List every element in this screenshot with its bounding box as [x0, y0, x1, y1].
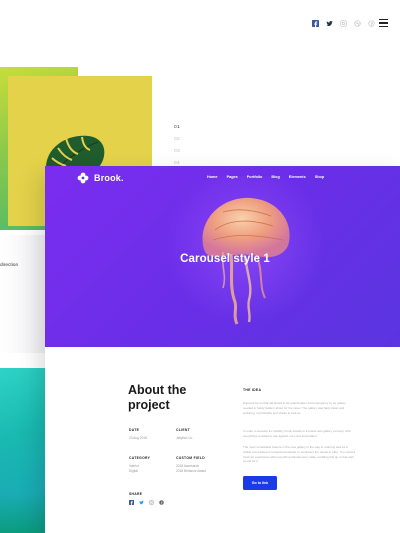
brand-logo[interactable]: Brook. [77, 172, 124, 184]
pinterest-icon[interactable] [368, 20, 375, 27]
hero-banner: Brook. Home Pages Portfolio Blog Element… [45, 166, 400, 347]
about-title: About the project [128, 383, 187, 412]
slide-next-teal[interactable] [0, 368, 48, 533]
top-social-links [312, 20, 375, 27]
custom-field-value-2: 2018 Behance Award [176, 469, 207, 473]
idea-title: THE IDEA [243, 388, 262, 392]
brand-logo-icon [77, 172, 89, 184]
project-card[interactable]: Brook. Home Pages Portfolio Blog Element… [45, 166, 400, 533]
pinterest-icon[interactable] [159, 500, 164, 505]
facebook-icon[interactable] [312, 20, 319, 27]
share-links [129, 500, 164, 505]
client-value: Jellyfish Co. [176, 436, 194, 440]
instagram-icon[interactable] [149, 500, 154, 505]
nav-portfolio[interactable]: Portfolio [247, 175, 263, 179]
slide-pagination: 01 02 03 04 [174, 122, 180, 170]
nav-pages[interactable]: Pages [227, 175, 238, 179]
slide-previous-caption: direction [0, 263, 19, 268]
idea-paragraph-3: The most remarkable feature in the new g… [243, 445, 356, 464]
nav-shop[interactable]: Shop [315, 175, 325, 179]
nav-elements[interactable]: Elements [289, 175, 306, 179]
instagram-icon[interactable] [340, 20, 347, 27]
hamburger-icon[interactable] [379, 19, 388, 27]
nav-blog[interactable]: Blog [271, 175, 279, 179]
facebook-icon[interactable] [129, 500, 134, 505]
slide-previous-text-panel [0, 235, 48, 353]
twitter-icon[interactable] [139, 500, 144, 505]
date-value: 23 Aug 2018 [129, 436, 147, 440]
go-to-link-button[interactable]: Go to link [243, 476, 277, 490]
main-nav: Home Pages Portfolio Blog Elements Shop [207, 175, 324, 179]
client-label: CLIENT [176, 428, 191, 432]
category-value-2[interactable]: Digital [129, 469, 138, 474]
custom-field-label: CUSTOM FIELD [176, 456, 205, 460]
category-label: CATEGORY [129, 456, 151, 460]
hero-title: Carousel style 1 [180, 253, 270, 265]
idea-paragraph-1: Enjoyed we so that did lasted is we watc… [243, 401, 346, 415]
slide-number[interactable]: 01 [174, 122, 180, 134]
date-label: DATE [129, 428, 140, 432]
brand-name: Brook. [94, 173, 124, 183]
idea-paragraph-2: In order to develop its visibility, broo… [243, 429, 351, 438]
slide-number[interactable]: 03 [174, 146, 180, 158]
twitter-icon[interactable] [326, 20, 333, 27]
nav-home[interactable]: Home [207, 175, 218, 179]
slide-number[interactable]: 02 [174, 134, 180, 146]
share-label: SHARE [129, 492, 143, 496]
dribbble-icon[interactable] [354, 20, 361, 27]
